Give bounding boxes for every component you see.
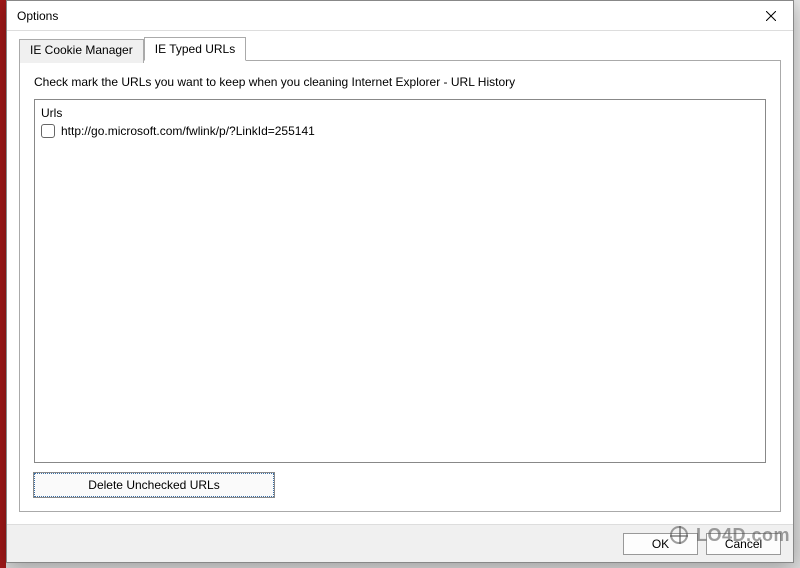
tab-ie-cookie-manager[interactable]: IE Cookie Manager [19,39,144,63]
dialog-content: IE Cookie Manager IE Typed URLs Check ma… [7,31,793,524]
ok-button[interactable]: OK [623,533,698,555]
window-title: Options [17,9,58,23]
titlebar: Options [7,1,793,31]
close-button[interactable] [748,1,793,31]
tab-ie-typed-urls[interactable]: IE Typed URLs [144,37,246,61]
instruction-text: Check mark the URLs you want to keep whe… [34,75,766,89]
close-icon [766,11,776,21]
url-listbox[interactable]: Urls http://go.microsoft.com/fwlink/p/?L… [34,99,766,463]
delete-unchecked-urls-button[interactable]: Delete Unchecked URLs [34,473,274,497]
dialog-footer: OK Cancel [7,524,793,562]
url-text: http://go.microsoft.com/fwlink/p/?LinkId… [61,124,315,138]
url-list-header: Urls [41,104,759,122]
url-checkbox[interactable] [41,124,55,138]
tab-panel-ie-typed-urls: Check mark the URLs you want to keep whe… [19,60,781,512]
cancel-button[interactable]: Cancel [706,533,781,555]
tab-strip: IE Cookie Manager IE Typed URLs [19,37,781,61]
list-item[interactable]: http://go.microsoft.com/fwlink/p/?LinkId… [41,122,759,140]
options-dialog: Options IE Cookie Manager IE Typed URLs … [6,0,794,563]
